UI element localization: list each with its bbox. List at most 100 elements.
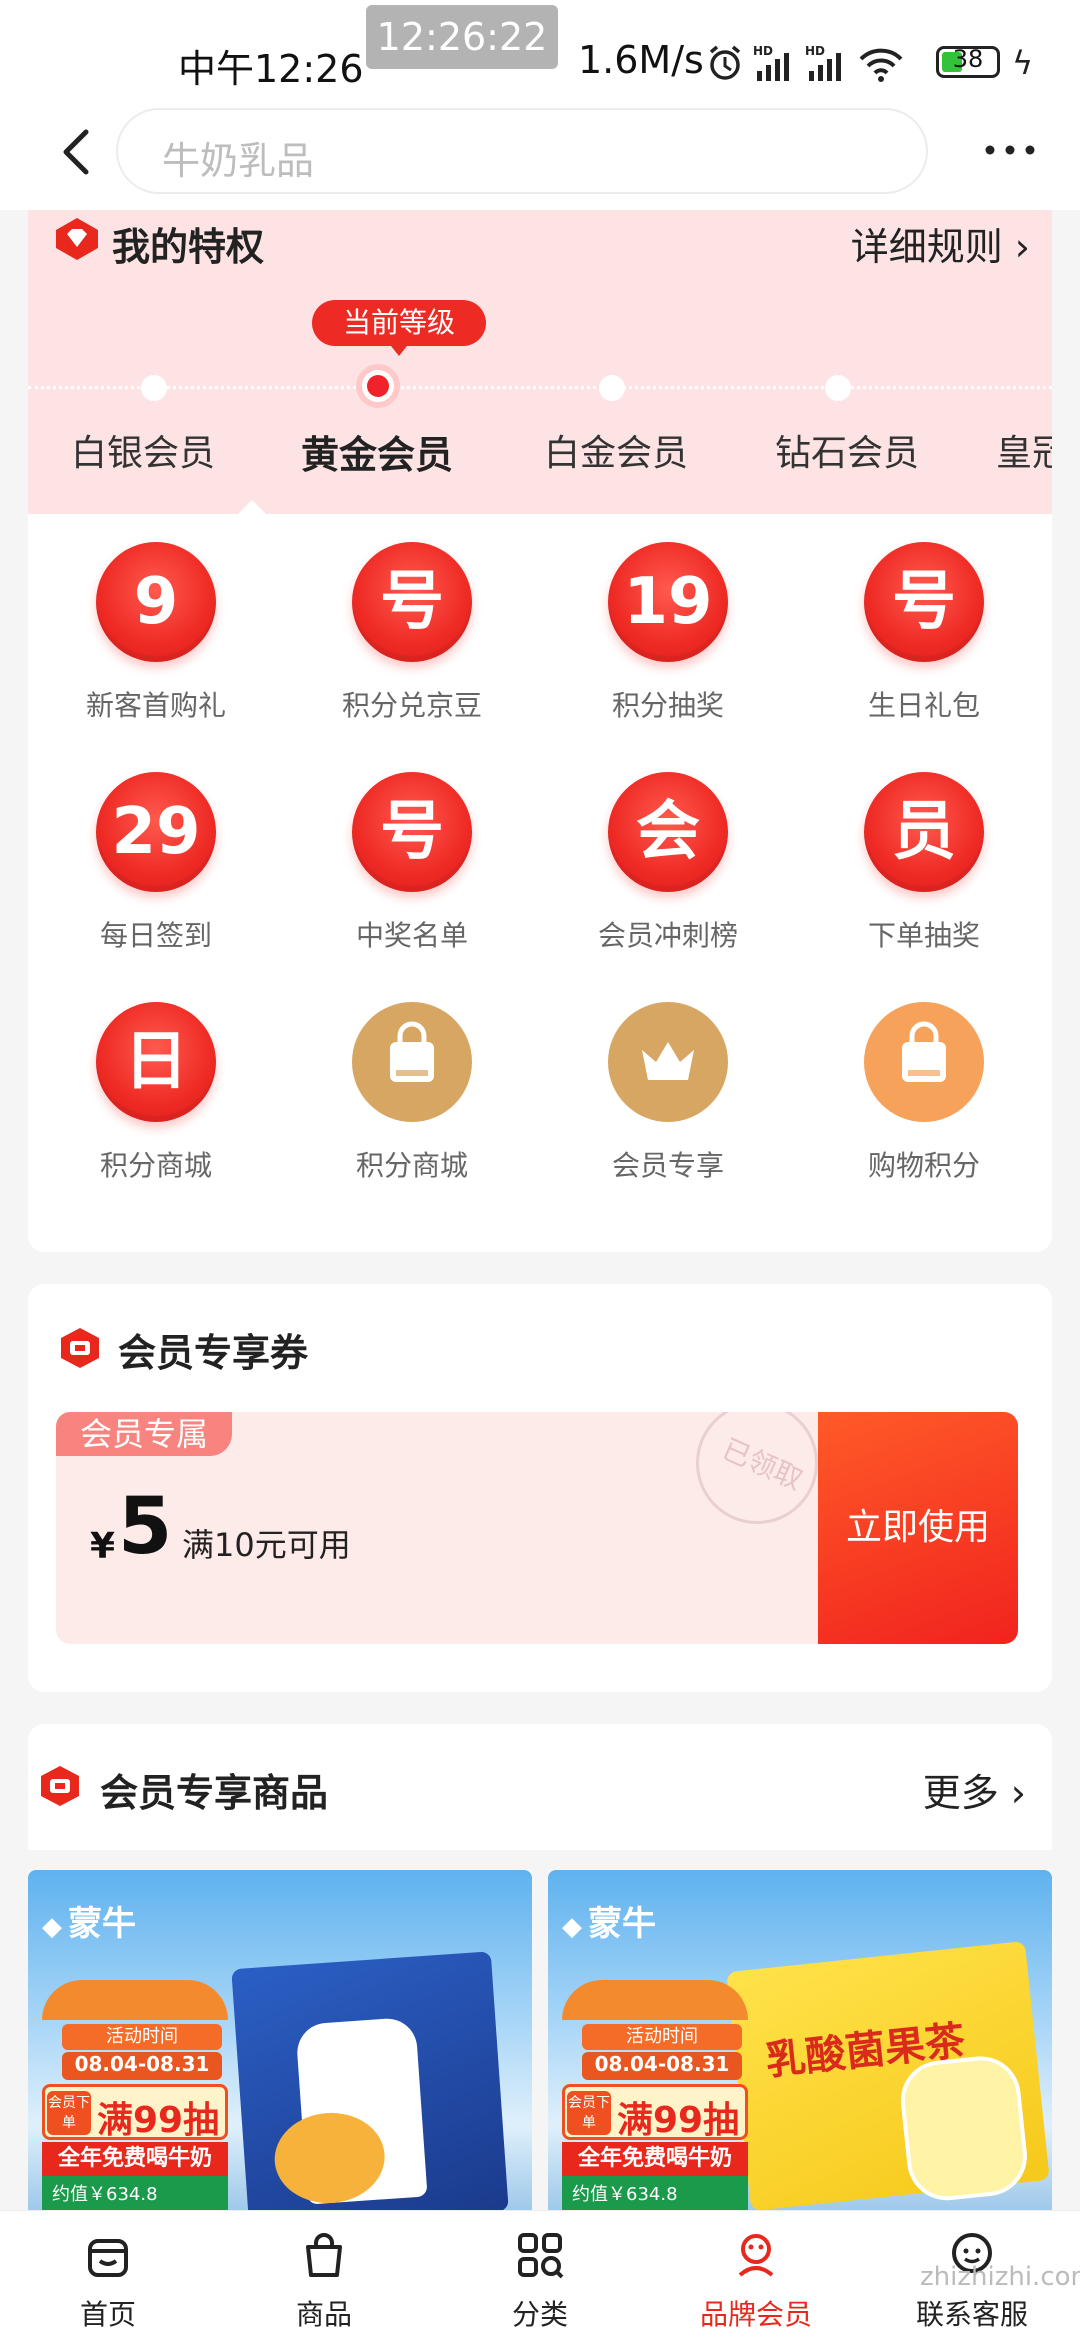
tab-home[interactable]: 首页 <box>0 2211 216 2340</box>
level-label-gold[interactable]: 黄金会员 <box>301 424 453 479</box>
network-speed: 1.6M/s <box>578 38 704 82</box>
privilege-item[interactable]: 会 会员冲刺榜 <box>540 744 796 974</box>
battery-icon: 38 <box>936 45 1000 78</box>
coupon-icon <box>61 1328 99 1368</box>
promo-price: 约值￥634.8 <box>42 2176 228 2210</box>
product-card[interactable]: 蒙牛 活动时间 08.04-08.31 会员下单 满99抽 全年免费喝牛奶 约值… <box>28 1870 532 2210</box>
brand-logo: 蒙牛 <box>42 1896 136 1945</box>
promo-text: 满99抽 <box>617 2100 740 2141</box>
privilege-item-label: 购物积分 <box>867 1149 980 1182</box>
tab-products[interactable]: 商品 <box>216 2211 432 2340</box>
privilege-item[interactable]: 积分商城 <box>284 974 540 1204</box>
promo-badge: 活动时间 08.04-08.31 会员下单 满99抽 全年免费喝牛奶 约值￥63… <box>42 1980 228 2210</box>
privilege-item[interactable]: 19 积分抽奖 <box>540 514 796 744</box>
tab-brand-member[interactable]: 品牌会员 <box>648 2211 864 2340</box>
coupon-section: 会员专享券 会员专属 ¥ 5 满10元可用 已领取 立即使用 <box>28 1284 1052 1692</box>
product-card[interactable]: 蒙牛 乳酸菌果茶 活动时间 08.04-08.31 会员下单 满99抽 全年免费… <box>548 1870 1052 2210</box>
search-input[interactable]: 牛奶乳品 <box>116 108 928 194</box>
privilege-item[interactable]: 员 下单抽奖 <box>796 744 1052 974</box>
use-now-button[interactable]: 立即使用 <box>818 1412 1018 1644</box>
level-dot-gold[interactable] <box>356 364 400 408</box>
level-label-silver[interactable]: 白银会员 <box>71 424 215 476</box>
tab-label: 分类 <box>511 2298 568 2331</box>
privilege-item[interactable]: 号 生日礼包 <box>796 514 1052 744</box>
privilege-item-label: 会员专享 <box>611 1149 724 1182</box>
promo-price: 约值￥634.8 <box>562 2176 748 2210</box>
tab-label: 商品 <box>295 2298 352 2331</box>
coupon-card[interactable]: 会员专属 ¥ 5 满10元可用 已领取 立即使用 <box>56 1412 1018 1644</box>
tab-category[interactable]: 分类 <box>432 2211 648 2340</box>
privilege-item-icon: 日 <box>96 1002 216 1122</box>
privilege-item-label: 生日礼包 <box>867 689 980 722</box>
battery-level: 38 <box>952 45 984 73</box>
coupon-condition: 满10元可用 <box>182 1526 351 1564</box>
privilege-item-label: 新客首购礼 <box>85 689 226 722</box>
privilege-item[interactable]: 号 积分兑京豆 <box>284 514 540 744</box>
privilege-item-icon: 号 <box>864 542 984 662</box>
promo-main: 会员下单 满99抽 <box>562 2084 748 2141</box>
claimed-stamp: 已领取 <box>696 1412 818 1524</box>
level-label-platinum[interactable]: 白金会员 <box>544 424 688 476</box>
activity-label: 活动时间 <box>62 2024 222 2050</box>
claimed-stamp-text: 已领取 <box>717 1432 808 1497</box>
activity-label: 活动时间 <box>582 2024 742 2050</box>
promo-sub: 全年免费喝牛奶 <box>562 2142 748 2176</box>
privilege-item-label: 积分商城 <box>355 1149 468 1182</box>
tab-label: 首页 <box>79 2298 136 2331</box>
more-link[interactable]: 更多 › <box>923 1762 1026 1817</box>
product-image: 乳酸菌果茶 <box>726 1940 1050 2210</box>
status-icons: HD HD <box>705 40 905 86</box>
privilege-item-icon: 9 <box>96 542 216 662</box>
privilege-item-label: 每日签到 <box>99 919 212 952</box>
search-placeholder: 牛奶乳品 <box>162 139 315 183</box>
nav-bar: 牛奶乳品 <box>0 100 1080 210</box>
privilege-item-icon: 号 <box>352 772 472 892</box>
privilege-item-label: 中奖名单 <box>355 919 468 952</box>
watermark: zhizhizhi.com <box>920 2262 1080 2292</box>
bag-icon <box>864 1002 984 1122</box>
more-link-label: 更多 <box>922 1771 999 1815</box>
privilege-item[interactable]: 会员专享 <box>540 974 796 1204</box>
promo-sub: 全年免费喝牛奶 <box>42 2142 228 2176</box>
privilege-item[interactable]: 购物积分 <box>796 974 1052 1204</box>
wifi-icon <box>859 48 903 82</box>
bottom-tab-bar: 首页 商品 分类 品牌会员 联系客服 <box>0 2210 1080 2340</box>
signal-hd-icon-2: HD <box>805 44 841 81</box>
privilege-title: 我的特权 <box>112 225 265 269</box>
privilege-item[interactable]: 29 每日签到 <box>28 744 284 974</box>
bag-icon <box>352 1002 472 1122</box>
current-level-badge: 当前等级 <box>312 300 486 356</box>
back-icon[interactable] <box>50 122 110 182</box>
level-label-diamond[interactable]: 钻石会员 <box>775 424 919 476</box>
promo-member-badge: 会员下单 <box>567 2091 611 2135</box>
rules-link[interactable]: 详细规则 › <box>851 216 1030 271</box>
status-bar: 中午12:26 12:26:22 1.6M/s HD HD 38 ϟ <box>0 0 1080 100</box>
privilege-header: 我的特权 详细规则 › 当前等级 白银会员 黄金会员 白金会员 钻石会员 皇冠 <box>28 210 1052 514</box>
status-time: 中午12:26 <box>178 47 364 91</box>
coupon-section-title: 会员专享券 <box>118 1331 309 1375</box>
level-label-crown[interactable]: 皇冠 <box>996 424 1052 476</box>
signal-hd-icon: HD <box>753 44 789 81</box>
privilege-item-icon: 29 <box>96 772 216 892</box>
tab-label: 品牌会员 <box>699 2298 812 2331</box>
products-section-header: 会员专享商品 更多 › <box>28 1724 1052 1850</box>
level-pointer <box>238 500 266 514</box>
privilege-section: 我的特权 详细规则 › 当前等级 白银会员 黄金会员 白金会员 钻石会员 皇冠 … <box>28 210 1052 1252</box>
privilege-item-label: 积分商城 <box>99 1149 212 1182</box>
promo-badge: 活动时间 08.04-08.31 会员下单 满99抽 全年免费喝牛奶 约值￥63… <box>562 1980 748 2210</box>
bag-icon <box>306 2233 342 2277</box>
level-dot-diamond[interactable] <box>825 375 851 401</box>
level-dot-platinum[interactable] <box>599 375 625 401</box>
category-icon <box>518 2233 564 2279</box>
privilege-item-icon: 19 <box>608 542 728 662</box>
svg-text:HD: HD <box>805 44 825 58</box>
level-dot-silver[interactable] <box>141 375 167 401</box>
privilege-item-icon: 员 <box>864 772 984 892</box>
privilege-item[interactable]: 9 新客首购礼 <box>28 514 284 744</box>
privilege-item-icon: 号 <box>352 542 472 662</box>
more-icon[interactable] <box>980 140 1040 160</box>
coupon-currency: ¥ <box>90 1526 116 1567</box>
privilege-item[interactable]: 号 中奖名单 <box>284 744 540 974</box>
crown-icon <box>608 1002 728 1122</box>
privilege-item[interactable]: 日 积分商城 <box>28 974 284 1204</box>
